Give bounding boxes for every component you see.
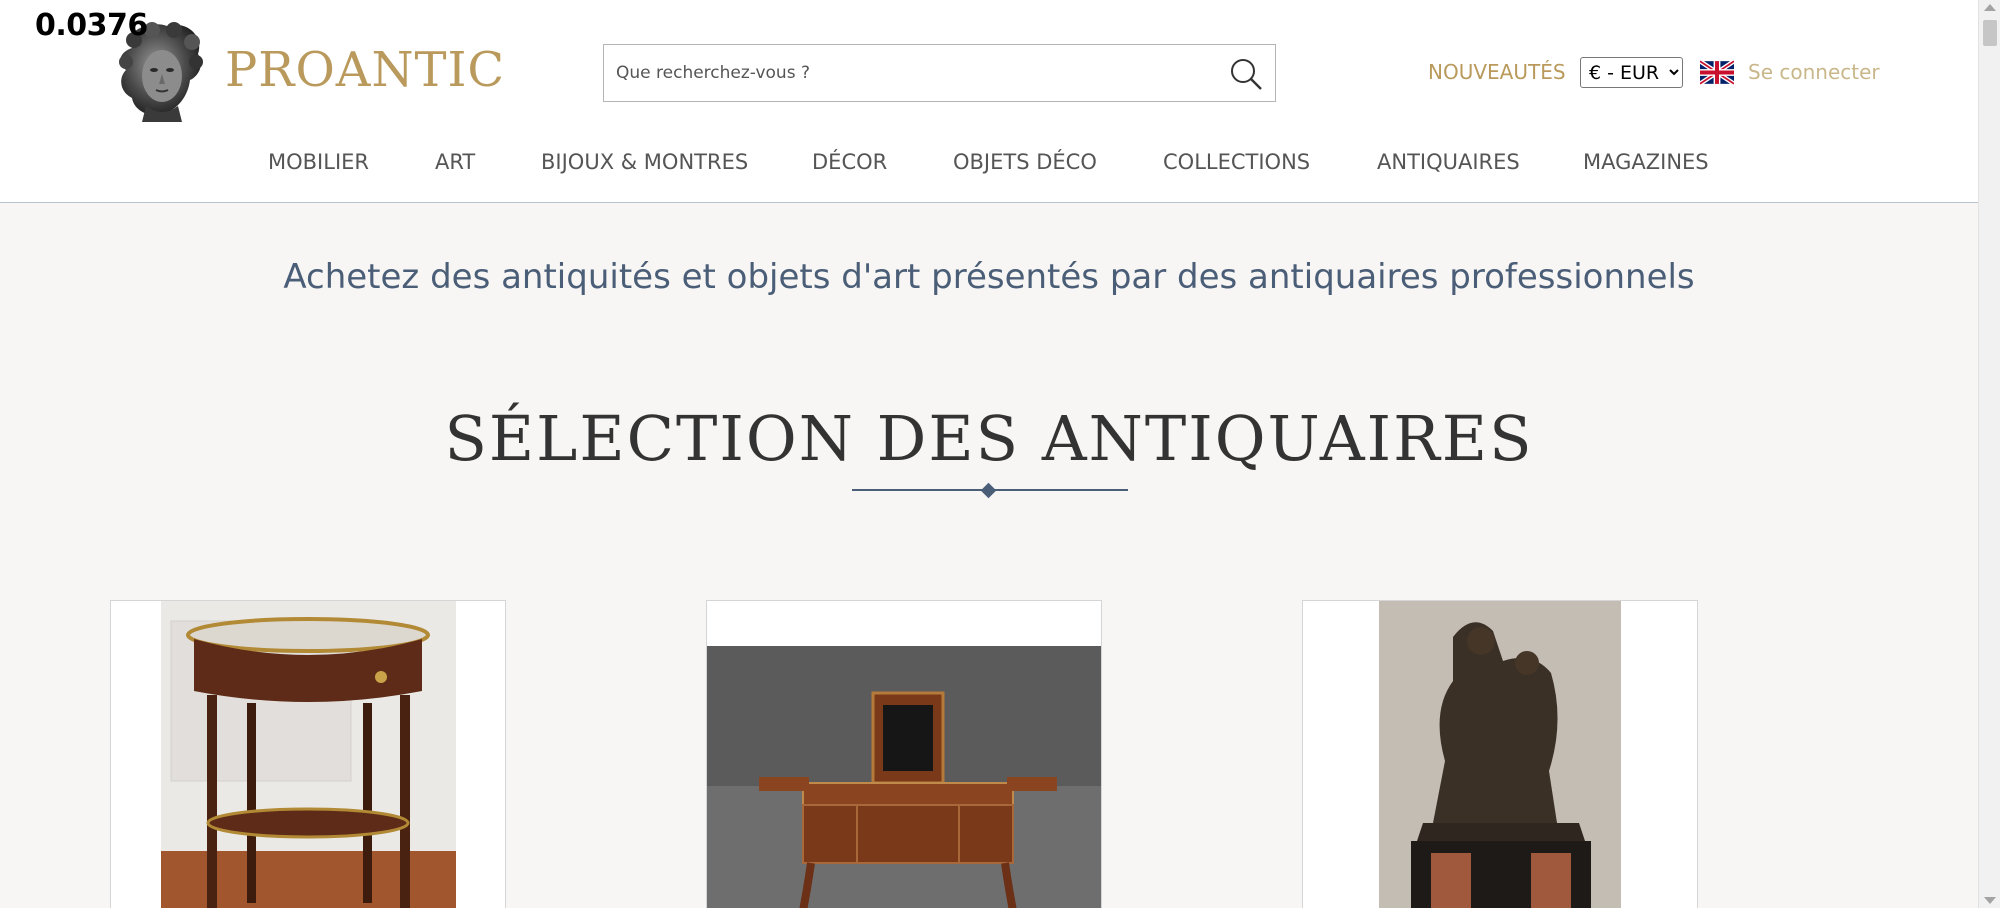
currency-select[interactable]: € - EUR bbox=[1580, 57, 1683, 88]
tagline: Achetez des antiquités et objets d'art p… bbox=[283, 257, 1695, 297]
site-header: PROANTIC NOUVEAUTÉS € - EUR Se connecter… bbox=[0, 0, 1978, 203]
section-title: SÉLECTION DES ANTIQUAIRES bbox=[444, 402, 1534, 475]
uk-flag-icon[interactable] bbox=[1700, 60, 1734, 85]
nav-item-objets-deco[interactable]: OBJETS DÉCO bbox=[953, 150, 1097, 174]
product-card-side-table[interactable] bbox=[110, 600, 506, 908]
nav-item-decor[interactable]: DÉCOR bbox=[812, 150, 887, 174]
scrollbar-thumb[interactable] bbox=[1983, 20, 1997, 46]
nouveautes-link[interactable]: NOUVEAUTÉS bbox=[1428, 60, 1566, 84]
title-diamond bbox=[980, 482, 997, 499]
login-link[interactable]: Se connecter bbox=[1748, 60, 1880, 84]
overlay-value: 0.0376 bbox=[35, 8, 148, 43]
search-box bbox=[603, 44, 1276, 102]
search-icon[interactable] bbox=[1227, 55, 1265, 93]
vertical-scrollbar[interactable] bbox=[1978, 0, 2000, 908]
nav-item-antiquaires[interactable]: ANTIQUAIRES bbox=[1377, 150, 1520, 174]
bronze-sculpture-image bbox=[1303, 601, 1697, 908]
site-logo-text[interactable]: PROANTIC bbox=[225, 42, 505, 98]
product-card-dressing-table[interactable] bbox=[706, 600, 1102, 908]
scroll-up-icon[interactable] bbox=[1984, 4, 1996, 11]
scroll-down-icon[interactable] bbox=[1984, 897, 1996, 904]
dressing-table-image bbox=[707, 601, 1101, 908]
nav-item-collections[interactable]: COLLECTIONS bbox=[1163, 150, 1310, 174]
product-card-bronze-sculpture[interactable] bbox=[1302, 600, 1698, 908]
nav-item-mobilier[interactable]: MOBILIER bbox=[268, 150, 369, 174]
side-table-image bbox=[111, 601, 505, 908]
nav-item-art[interactable]: ART bbox=[435, 150, 475, 174]
nav-item-magazines[interactable]: MAGAZINES bbox=[1583, 150, 1709, 174]
main-nav: MOBILIER ART BIJOUX & MONTRES DÉCOR OBJE… bbox=[0, 150, 1978, 180]
nav-item-bijoux-montres[interactable]: BIJOUX & MONTRES bbox=[541, 150, 748, 174]
search-input[interactable] bbox=[616, 45, 1196, 101]
